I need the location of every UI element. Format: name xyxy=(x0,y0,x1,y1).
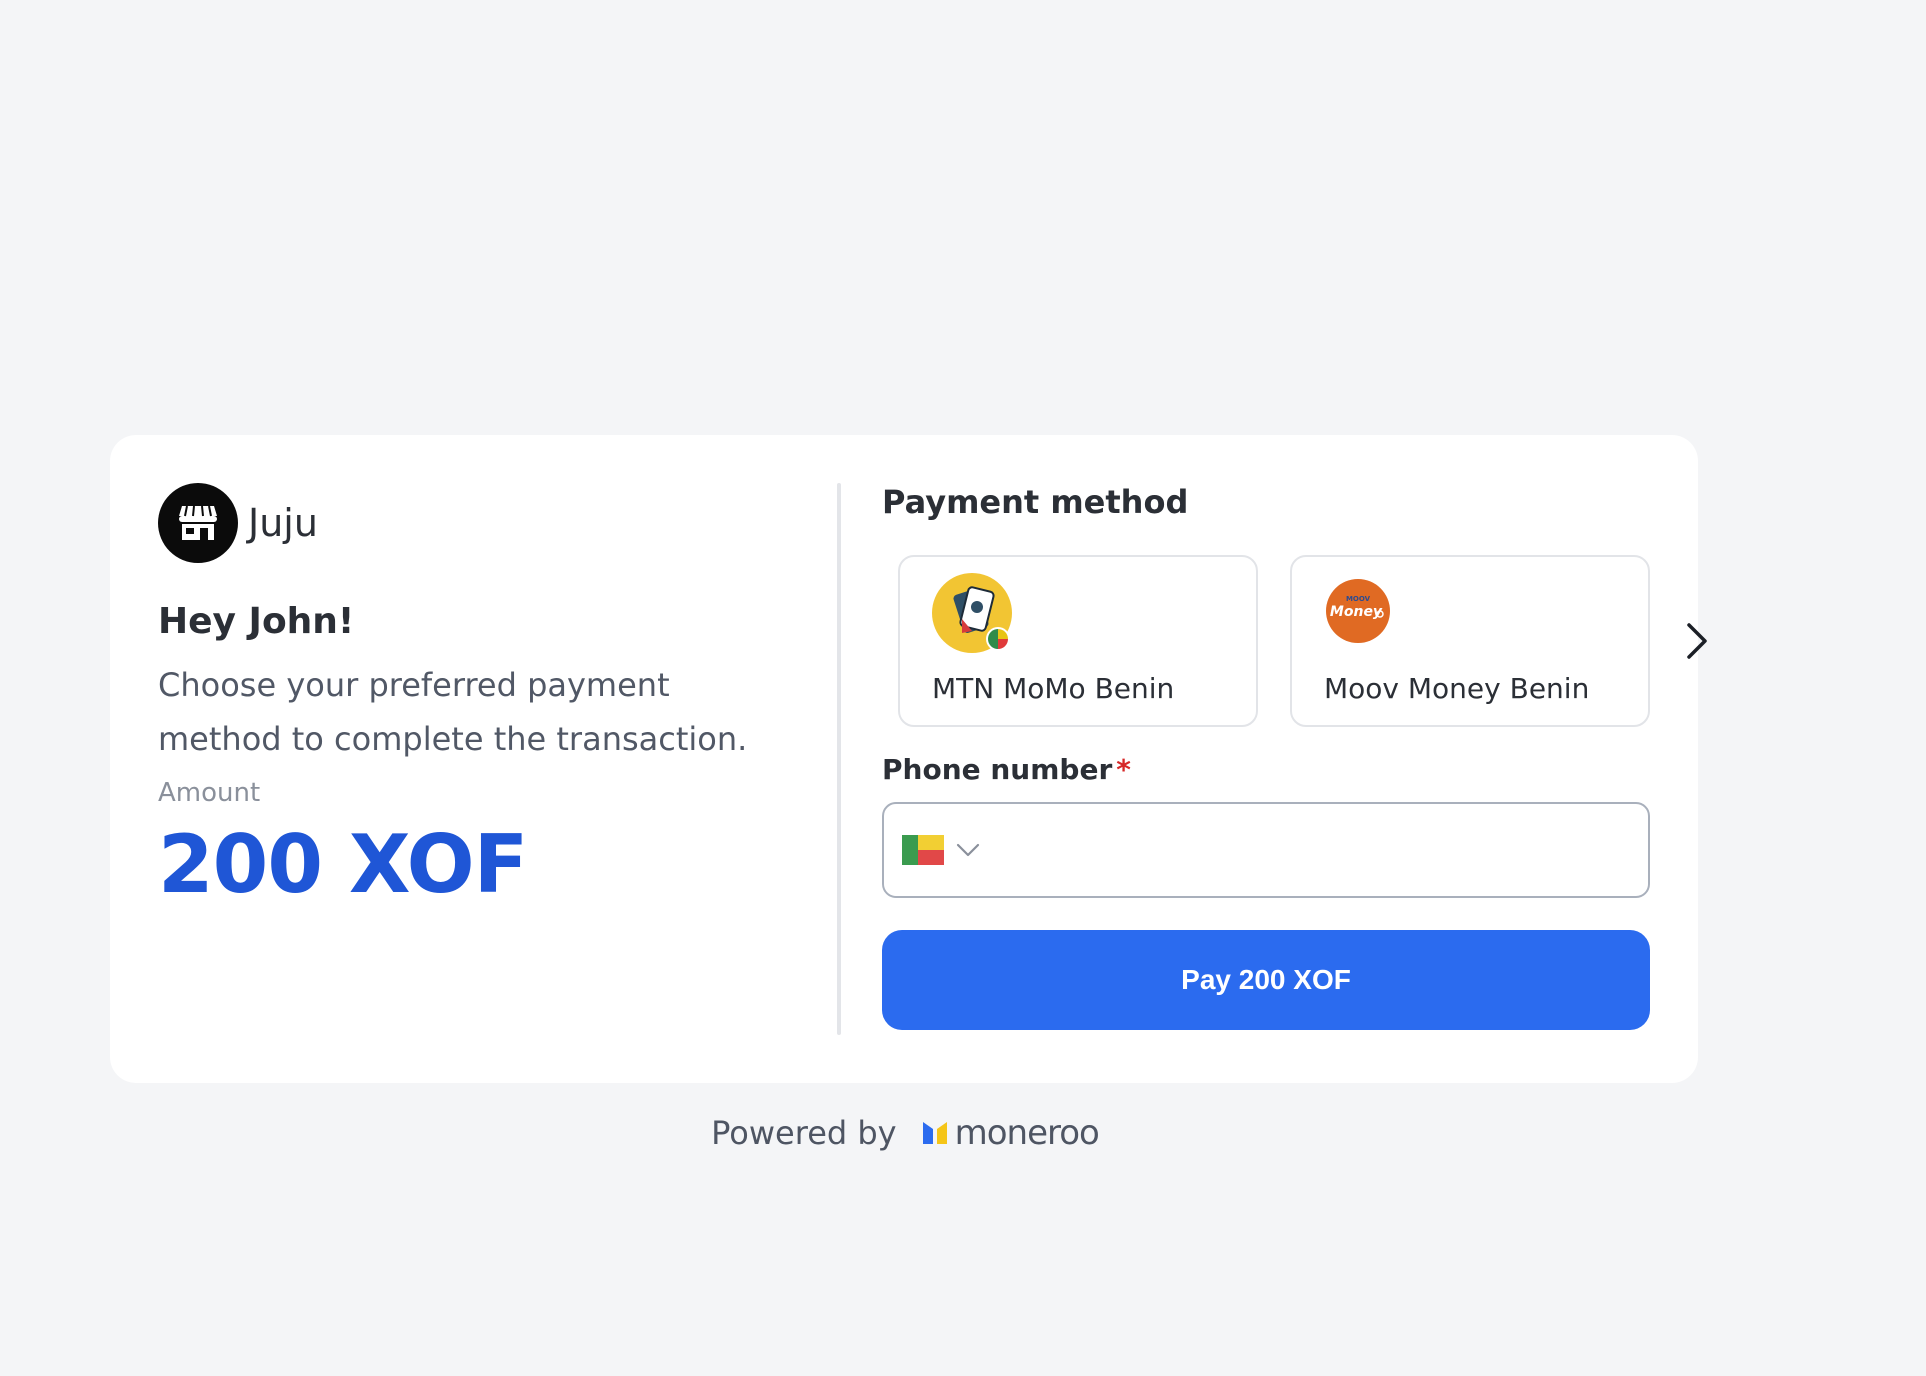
payment-method-mtn-momo[interactable]: MTN MoMo Benin xyxy=(898,555,1258,727)
payment-method-moov-money[interactable]: MOOV Money Moov Money Benin xyxy=(1290,555,1650,727)
phone-label-text: Phone number xyxy=(882,753,1113,786)
amount-value: 200 XOF xyxy=(158,818,528,911)
divider xyxy=(837,483,841,1035)
chevron-down-icon xyxy=(956,843,980,857)
phone-input[interactable] xyxy=(994,815,1648,885)
svg-text:Money: Money xyxy=(1330,604,1383,620)
payment-panel: Payment method MTN MoMo Benin MOOV Money… xyxy=(882,483,1707,1030)
benin-flag-icon xyxy=(902,835,944,865)
order-summary: Juju Hey John! Choose your preferred pay… xyxy=(158,483,798,911)
phone-number-label: Phone number * xyxy=(882,753,1652,786)
payment-methods-carousel: MTN MoMo Benin MOOV Money Moov Money Ben… xyxy=(882,555,1707,727)
footer: Powered by moneroo xyxy=(0,1113,1810,1153)
checkout-card: Juju Hey John! Choose your preferred pay… xyxy=(110,435,1707,1083)
brand-name: moneroo xyxy=(954,1113,1100,1153)
moneroo-logo-icon xyxy=(922,1122,947,1144)
mtn-momo-icon xyxy=(932,573,1016,661)
storefront-icon xyxy=(158,483,238,563)
required-indicator: * xyxy=(1116,753,1131,786)
amount-label: Amount xyxy=(158,778,261,808)
country-selector[interactable] xyxy=(902,830,980,870)
svg-text:MOOV: MOOV xyxy=(1346,595,1371,603)
moneroo-brand[interactable]: moneroo xyxy=(921,1113,1100,1153)
payment-method-title: Payment method xyxy=(882,483,1189,521)
method-label: Moov Money Benin xyxy=(1324,672,1590,705)
greeting: Hey John! xyxy=(158,601,355,642)
merchant-header: Juju xyxy=(158,483,798,563)
chevron-right-icon[interactable] xyxy=(1682,621,1712,661)
pay-button[interactable]: Pay 200 XOF xyxy=(882,930,1650,1030)
instructions-text: Choose your preferred payment method to … xyxy=(158,666,748,758)
phone-field xyxy=(882,802,1650,898)
merchant-name: Juju xyxy=(248,501,318,545)
moov-money-icon: MOOV Money xyxy=(1324,573,1408,661)
method-label: MTN MoMo Benin xyxy=(932,672,1175,705)
powered-by-text: Powered by xyxy=(711,1114,897,1152)
